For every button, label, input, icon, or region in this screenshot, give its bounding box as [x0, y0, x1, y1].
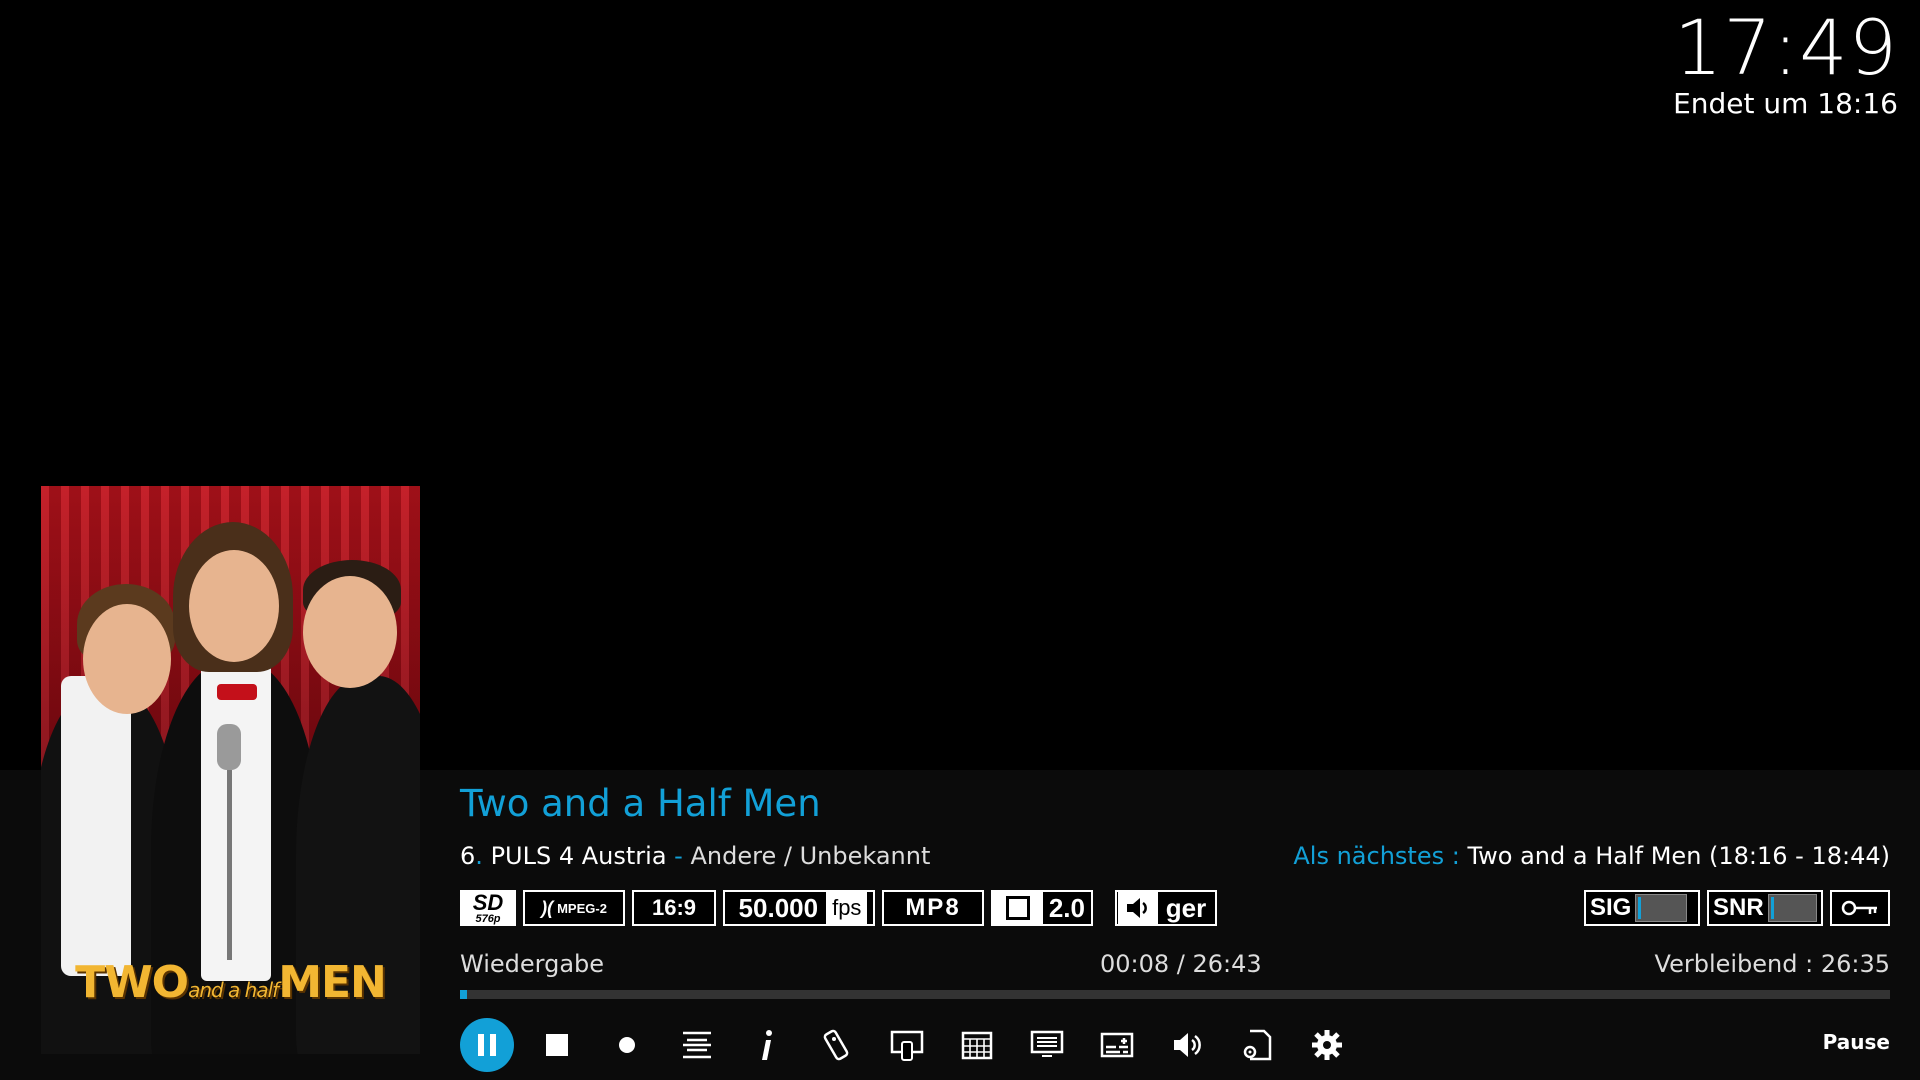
signal-flags: SIG SNR — [1584, 890, 1890, 926]
remote-icon — [823, 1029, 849, 1061]
playback-state: Wiedergabe — [460, 950, 605, 978]
volume-icon — [1174, 1033, 1201, 1057]
remote-button[interactable] — [810, 1018, 864, 1072]
poster: TWOand a halfMEN — [41, 486, 420, 1054]
menu-button[interactable] — [670, 1018, 724, 1072]
settings-button[interactable] — [1300, 1018, 1354, 1072]
clock-time: 17:49 — [1673, 3, 1898, 92]
speaker-icon — [1117, 892, 1158, 924]
audio-codec-flag: MP8 — [882, 890, 984, 926]
sig-meter: SIG — [1584, 890, 1700, 926]
pause-button[interactable] — [460, 1018, 514, 1072]
record-icon — [619, 1037, 635, 1053]
channel-name: PULS 4 Austria — [490, 842, 667, 870]
pause-icon — [478, 1034, 496, 1056]
sd-flag: SD 576p — [460, 890, 516, 926]
file-settings-button[interactable] — [1230, 1018, 1284, 1072]
next-program: Als nächstes : Two and a Half Men (18:16… — [1293, 842, 1890, 870]
pause-label: Pause — [1822, 1030, 1890, 1054]
stop-button[interactable] — [530, 1018, 584, 1072]
end-time: Endet um 18:16 — [1673, 87, 1898, 120]
control-bar — [460, 1018, 1370, 1072]
subtitle-icon — [1100, 1032, 1134, 1058]
settings-icon — [1312, 1030, 1342, 1060]
media-flags: SD 576p )(MPEG-2 16:9 50.000 fps MP8 2.0 — [460, 890, 1217, 928]
next-value: Two and a Half Men (18:16 - 18:44) — [1467, 842, 1890, 870]
codec-flag: )(MPEG-2 — [523, 890, 625, 926]
channel-number: 6 — [460, 842, 476, 870]
calendar-icon — [961, 1031, 993, 1060]
stop-icon — [546, 1034, 568, 1056]
channels-flag: 2.0 — [991, 890, 1093, 926]
channel-line: 6. PULS 4 Austria - Andere / Unbekannt — [460, 842, 931, 870]
next-label: Als nächstes : — [1293, 842, 1460, 870]
teletext-button[interactable] — [1020, 1018, 1074, 1072]
genre: Andere / Unbekannt — [690, 842, 931, 870]
subtitle-button[interactable] — [1090, 1018, 1144, 1072]
epg-button[interactable] — [950, 1018, 1004, 1072]
info-button[interactable] — [740, 1018, 794, 1072]
file-settings-icon — [1243, 1029, 1272, 1061]
poster-logo: TWOand a halfMEN — [75, 957, 387, 1008]
channel-button[interactable] — [880, 1018, 934, 1072]
progress-bar[interactable] — [460, 990, 1890, 999]
remaining-time: Verbleibend : 26:35 — [1654, 950, 1890, 978]
progress-fill — [460, 990, 468, 999]
menu-lines-icon — [683, 1031, 711, 1059]
show-title: Two and a Half Men — [460, 782, 821, 825]
playback-time: 00:08 / 26:43 — [1100, 950, 1262, 978]
fps-flag: 50.000 fps — [723, 890, 875, 926]
audio-button[interactable] — [1160, 1018, 1214, 1072]
snr-meter: SNR — [1707, 890, 1823, 926]
teletext-icon — [1030, 1030, 1064, 1057]
key-icon — [1830, 890, 1890, 926]
record-button[interactable] — [600, 1018, 654, 1072]
channel-icon — [890, 1030, 924, 1061]
aspect-flag: 16:9 — [632, 890, 716, 926]
info-icon — [762, 1030, 772, 1060]
clock: 17:49 Endet um 18:16 — [1673, 8, 1898, 120]
language-flag: ger — [1115, 890, 1217, 926]
